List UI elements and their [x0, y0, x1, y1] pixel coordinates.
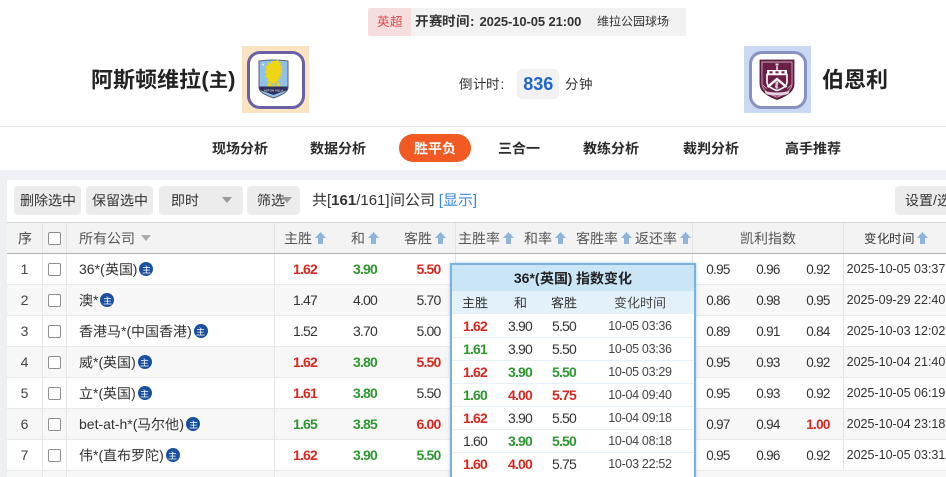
svg-text:ASTON VILLA: ASTON VILLA [264, 89, 283, 93]
